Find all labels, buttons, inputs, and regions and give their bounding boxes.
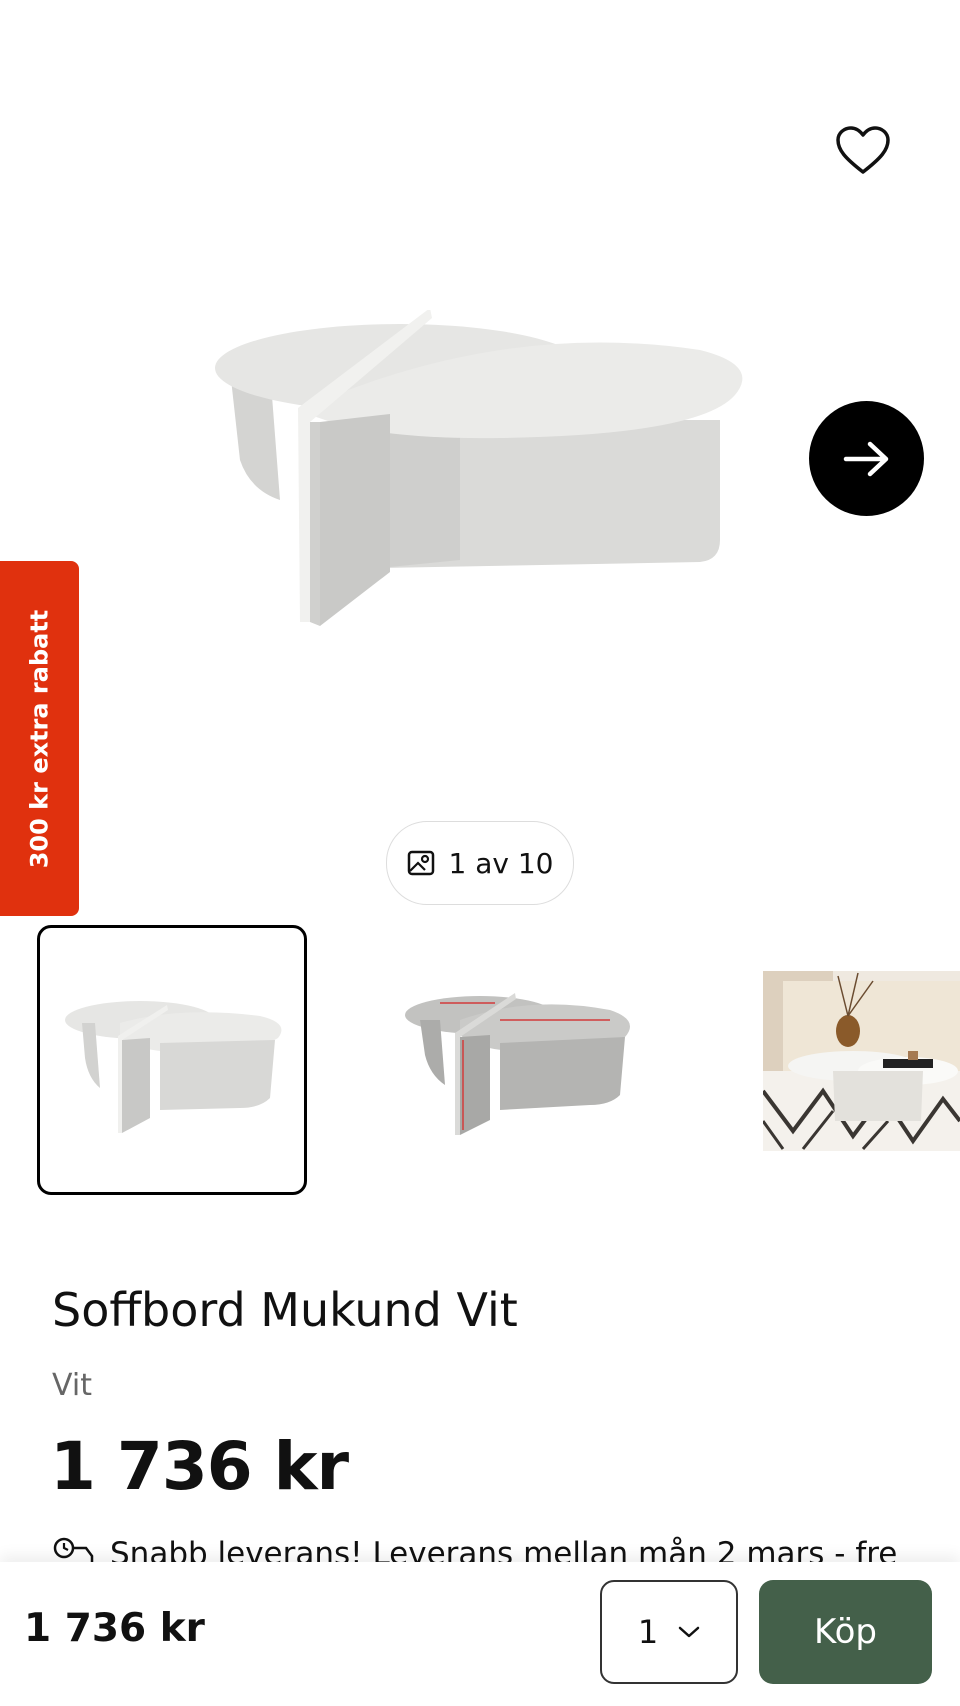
image-icon (407, 850, 434, 876)
thumbnail-room[interactable] (763, 971, 960, 1151)
thumbnail-strip (0, 925, 960, 1200)
thumbnail-dimensions-image (405, 993, 630, 1135)
thumbnail-room-image (763, 971, 960, 1151)
heart-icon (836, 126, 890, 174)
buy-button[interactable]: Köp (759, 1580, 932, 1684)
promo-label: 300 kr extra rabatt (25, 609, 54, 868)
thumbnail-front-image (65, 1001, 282, 1133)
product-main-image[interactable] (200, 310, 760, 640)
product-variant: Vit (52, 1368, 92, 1403)
quantity-select[interactable]: 1 (600, 1580, 738, 1684)
image-counter-label: 1 av 10 (448, 846, 554, 880)
favorite-button[interactable] (830, 118, 896, 184)
sticky-buy-bar: 1 736 kr 1 Köp (0, 1562, 960, 1706)
promo-tab[interactable]: 300 kr extra rabatt (0, 561, 79, 916)
chevron-down-icon (678, 1626, 700, 1638)
product-title: Soffbord Mukund Vit (52, 1283, 518, 1337)
image-counter: 1 av 10 (386, 821, 574, 905)
quantity-value: 1 (637, 1613, 659, 1651)
thumbnail-front[interactable] (37, 925, 307, 1195)
sticky-price: 1 736 kr (24, 1606, 205, 1651)
arrow-right-icon (843, 441, 888, 476)
product-gallery: 1 av 10 (0, 0, 960, 920)
next-image-button[interactable] (809, 401, 924, 516)
product-price: 1 736 kr (50, 1428, 349, 1505)
thumbnail-dimensions[interactable] (400, 965, 670, 1140)
